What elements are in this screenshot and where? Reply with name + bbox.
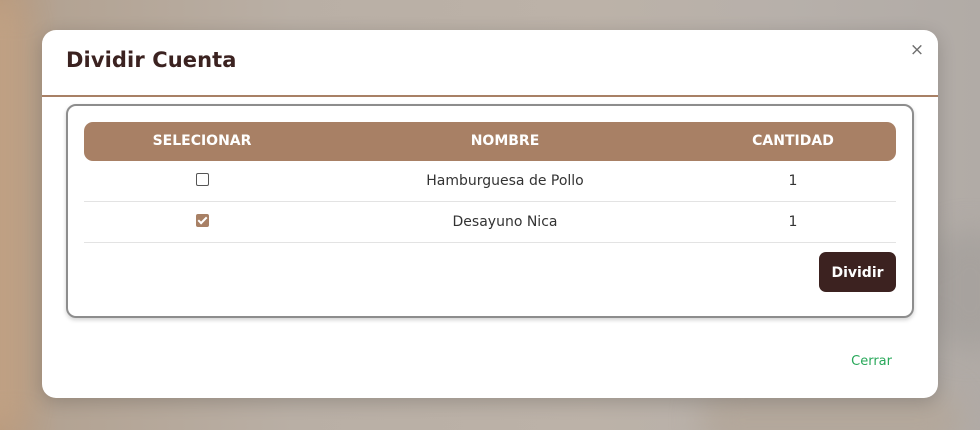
table-row: Desayuno Nica 1 (84, 202, 896, 243)
column-header-quantity: CANTIDAD (752, 133, 834, 149)
item-quantity: 1 (788, 214, 798, 230)
column-header-name: NOMBRE (470, 133, 540, 149)
modal-title: Dividir Cuenta (66, 48, 237, 72)
row-checkbox[interactable] (195, 213, 209, 227)
close-icon[interactable]: × (908, 40, 926, 60)
items-card: SELECIONAR NOMBRE CANTIDAD Hamburguesa d… (66, 104, 914, 318)
row-checkbox[interactable] (195, 172, 209, 186)
item-quantity: 1 (788, 173, 798, 189)
table-row: Hamburguesa de Pollo 1 (84, 161, 896, 202)
divide-button[interactable]: Dividir (819, 252, 896, 292)
close-button[interactable]: Cerrar (851, 354, 892, 369)
column-header-select: SELECIONAR (152, 133, 252, 149)
select-cell (84, 161, 320, 201)
backdrop-shape (0, 0, 20, 430)
items-table: SELECIONAR NOMBRE CANTIDAD Hamburguesa d… (84, 122, 896, 243)
modal-header: Dividir Cuenta × (42, 30, 938, 97)
select-cell (84, 202, 320, 242)
item-name: Desayuno Nica (452, 214, 558, 230)
item-name: Hamburguesa de Pollo (426, 173, 584, 189)
table-header: SELECIONAR NOMBRE CANTIDAD (84, 122, 896, 161)
split-bill-modal: Dividir Cuenta × SELECIONAR NOMBRE CANTI… (42, 30, 938, 398)
